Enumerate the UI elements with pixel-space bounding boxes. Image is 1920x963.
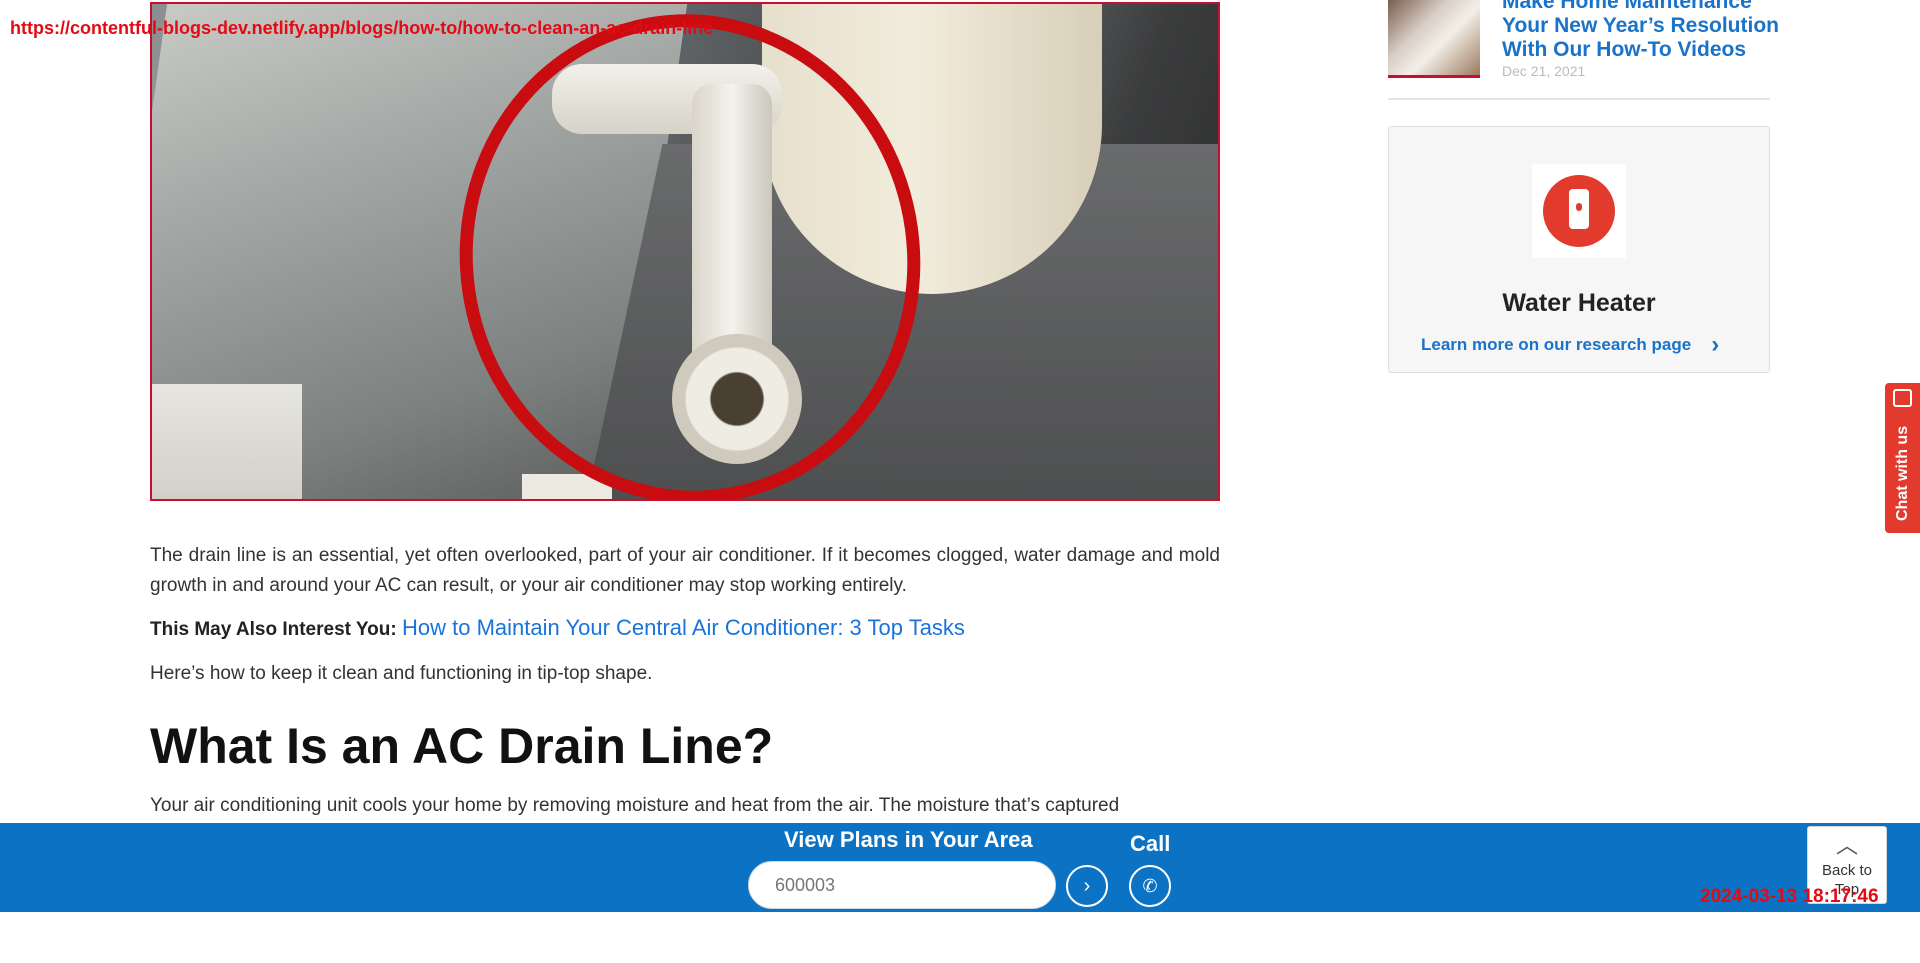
plans-bar-title: View Plans in Your Area [784,827,1033,852]
interest-link[interactable]: How to Maintain Your Central Air Conditi… [402,615,965,640]
hero-image [150,2,1220,501]
timestamp-overlay: 2024-03-13 18:17:46 [1700,886,1879,907]
interest-label: This May Also Interest You: [150,619,397,640]
intro-paragraph: The drain line is an essential, yet ofte… [150,545,1220,596]
keep-clean-paragraph: Here’s how to keep it clean and function… [150,663,653,684]
article-body: The drain line is an essential, yet ofte… [150,541,1220,821]
call-label: Call [1130,831,1171,856]
heater-circle [1543,175,1615,247]
interest-line: This May Also Interest You: How to Maint… [150,613,1220,645]
sidebar-divider [1388,98,1770,100]
zip-input[interactable] [748,861,1056,909]
plans-bar: View Plans in Your Area › Call ✆ [0,823,1920,912]
research-page-link[interactable]: Learn more on our research page › [1421,331,1719,359]
card-title: Water Heater [1502,289,1656,317]
heater-dot [1576,203,1582,211]
water-heater-icon [1532,164,1626,258]
phone-icon: ✆ [1142,875,1158,896]
model-plate [152,384,302,499]
chevron-right-icon: › [1083,874,1091,897]
chat-label: Chat with us [1893,425,1911,521]
zip-submit-button[interactable]: › [1066,865,1108,907]
next-paragraph: Your air conditioning unit cools your ho… [150,795,1120,816]
call-button[interactable]: ✆ [1129,865,1171,907]
section-heading: What Is an AC Drain Line? [150,718,774,774]
related-post-date: Dec 21, 2021 [1502,63,1586,79]
related-post-thumbnail[interactable] [1388,0,1480,78]
chevron-up-icon: ︿ [1835,833,1858,858]
related-post-title[interactable]: Make Home Maintenance Your New Year’s Re… [1502,0,1782,62]
chat-tab[interactable]: Chat with us [1885,383,1920,533]
chevron-right-icon: › [1711,331,1720,358]
page: https://contentful-blogs-dev.netlify.app… [0,0,1920,963]
url-overlay: https://contentful-blogs-dev.netlify.app… [10,18,714,38]
research-link-label: Learn more on our research page [1421,335,1692,354]
research-card: Water Heater Learn more on our research … [1388,126,1770,373]
